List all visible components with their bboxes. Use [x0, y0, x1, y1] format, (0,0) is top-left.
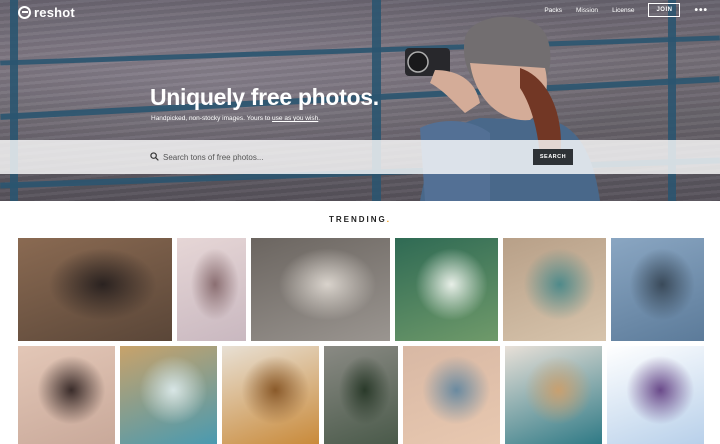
join-button[interactable]: JOIN [648, 3, 681, 17]
nav-mission-link[interactable]: Mission [576, 7, 598, 14]
hero-subline: Handpicked, non-stocky images. Yours to … [151, 115, 320, 122]
logo[interactable]: reshot [18, 4, 75, 20]
nav-packs-link[interactable]: Packs [544, 7, 562, 14]
use-as-you-wish-link[interactable]: use as you wish [272, 115, 318, 122]
nav-license-link[interactable]: License [612, 7, 634, 14]
top-bar: reshot Packs Mission License JOIN ••• [0, 0, 720, 24]
hero-subline-end: . [318, 115, 321, 122]
photo-tile-girl-flower-crown[interactable] [177, 238, 246, 341]
search-button[interactable]: SEARCH [533, 149, 573, 165]
search-input[interactable] [163, 149, 523, 165]
trending-label: TRENDING [328, 215, 387, 224]
trending-heading: TRENDING. [0, 215, 720, 224]
trending-dot: . [386, 215, 391, 224]
photo-tile-woman-record-player[interactable] [18, 238, 172, 341]
photo-tile-hands-together[interactable] [403, 346, 500, 444]
photo-tile-ocean-wave[interactable] [395, 238, 498, 341]
hero-headline: Uniquely free photos. [150, 84, 379, 110]
photo-tile-snow-kid[interactable] [607, 346, 704, 444]
search-bar: SEARCH [0, 140, 720, 174]
photo-tile-city-skyline[interactable] [611, 238, 704, 341]
main-nav: Packs Mission License JOIN ••• [544, 3, 708, 17]
hero-subline-text: Handpicked, non-stocky images. Yours to [151, 115, 273, 122]
photo-tile-hands-candy[interactable] [503, 238, 606, 341]
photo-tile-pillow-fight[interactable] [251, 238, 390, 341]
hero-banner: reshot Packs Mission License JOIN ••• Un… [0, 0, 720, 201]
logo-mark-icon [18, 5, 31, 19]
photo-tile-forest-road[interactable] [324, 346, 398, 444]
photo-tile-bedroom[interactable] [505, 346, 602, 444]
logo-text: reshot [34, 4, 75, 20]
more-menu-icon[interactable]: ••• [694, 5, 708, 16]
photo-tile-breakfast[interactable] [222, 346, 319, 444]
search-icon [150, 152, 159, 161]
photo-tile-man-dancing[interactable] [18, 346, 115, 444]
photo-tile-beach-cove[interactable] [120, 346, 217, 444]
